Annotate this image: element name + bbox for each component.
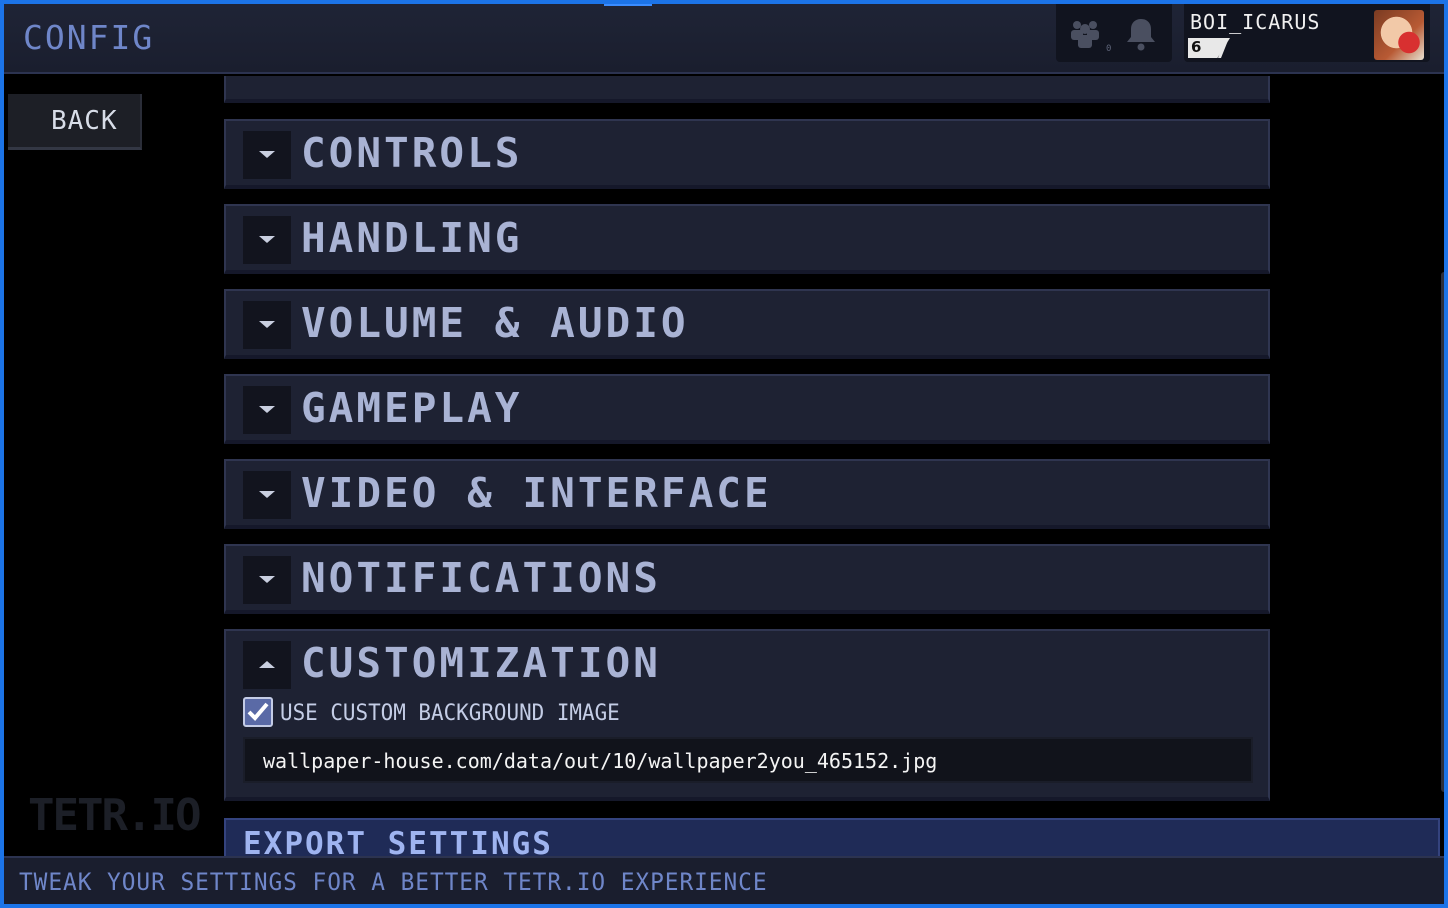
username: BOI_ICARUS — [1190, 10, 1321, 34]
section-notifications[interactable]: NOTIFICATIONS — [224, 544, 1270, 614]
export-settings-section[interactable]: EXPORT SETTINGS — [224, 818, 1440, 858]
section-customization: CUSTOMIZATION USE CUSTOM BACKGROUND IMAG… — [224, 629, 1270, 801]
section-label[interactable]: CUSTOMIZATION — [301, 639, 661, 687]
custom-background-checkbox[interactable] — [243, 697, 273, 727]
section-handling[interactable]: HANDLING — [224, 204, 1270, 274]
section-video-interface[interactable]: VIDEO & INTERFACE — [224, 459, 1270, 529]
custom-background-label[interactable]: USE CUSTOM BACKGROUND IMAGE — [280, 701, 620, 726]
level-slash-icon — [1218, 38, 1229, 58]
user-badge[interactable]: BOI_ICARUS 6 — [1184, 4, 1430, 62]
chevron-down-icon — [243, 131, 291, 179]
chevron-down-icon — [243, 301, 291, 349]
header-bar: CONFIG 0 BOI_ICARUS 6 — [4, 4, 1444, 74]
back-button-label: BACK — [51, 106, 118, 136]
section-volume-audio[interactable]: VOLUME & AUDIO — [224, 289, 1270, 359]
page-title: CONFIG — [23, 18, 155, 57]
section-label: CONTROLS — [301, 129, 523, 177]
section-gameplay[interactable]: GAMEPLAY — [224, 374, 1270, 444]
footer-bar: TWEAK YOUR SETTINGS FOR A BETTER TETR.IO… — [4, 856, 1444, 904]
footer-tip: TWEAK YOUR SETTINGS FOR A BETTER TETR.IO… — [19, 868, 768, 896]
section-label: NOTIFICATIONS — [301, 554, 661, 602]
avatar[interactable] — [1374, 10, 1424, 60]
section-controls[interactable]: CONTROLS — [224, 119, 1270, 189]
partial-section — [224, 76, 1270, 103]
app-frame: CONFIG 0 BOI_ICARUS 6 BACK TETR.IO CONTR… — [0, 0, 1448, 908]
section-label: VOLUME & AUDIO — [301, 299, 689, 347]
header-accent-line — [604, 4, 652, 6]
back-button[interactable]: BACK — [8, 94, 142, 150]
section-label: HANDLING — [301, 214, 523, 262]
scrollbar-thumb[interactable] — [1441, 272, 1444, 792]
section-label: VIDEO & INTERFACE — [301, 469, 772, 517]
chevron-down-icon — [243, 216, 291, 264]
bell-icon[interactable] — [1124, 16, 1158, 52]
chevron-down-icon — [243, 386, 291, 434]
tetrio-logo: TETR.IO — [28, 790, 201, 841]
social-count: 0 — [1106, 44, 1112, 54]
export-settings-label: EXPORT SETTINGS — [243, 826, 553, 858]
chevron-up-icon[interactable] — [243, 641, 291, 689]
social-icon[interactable] — [1068, 16, 1102, 50]
checkmark-icon — [247, 702, 269, 721]
chevron-down-icon — [243, 471, 291, 519]
chevron-down-icon — [243, 556, 291, 604]
header-icon-group: 0 — [1056, 4, 1172, 62]
background-url-input[interactable]: wallpaper-house.com/data/out/10/wallpape… — [243, 737, 1253, 783]
section-label: GAMEPLAY — [301, 384, 523, 432]
